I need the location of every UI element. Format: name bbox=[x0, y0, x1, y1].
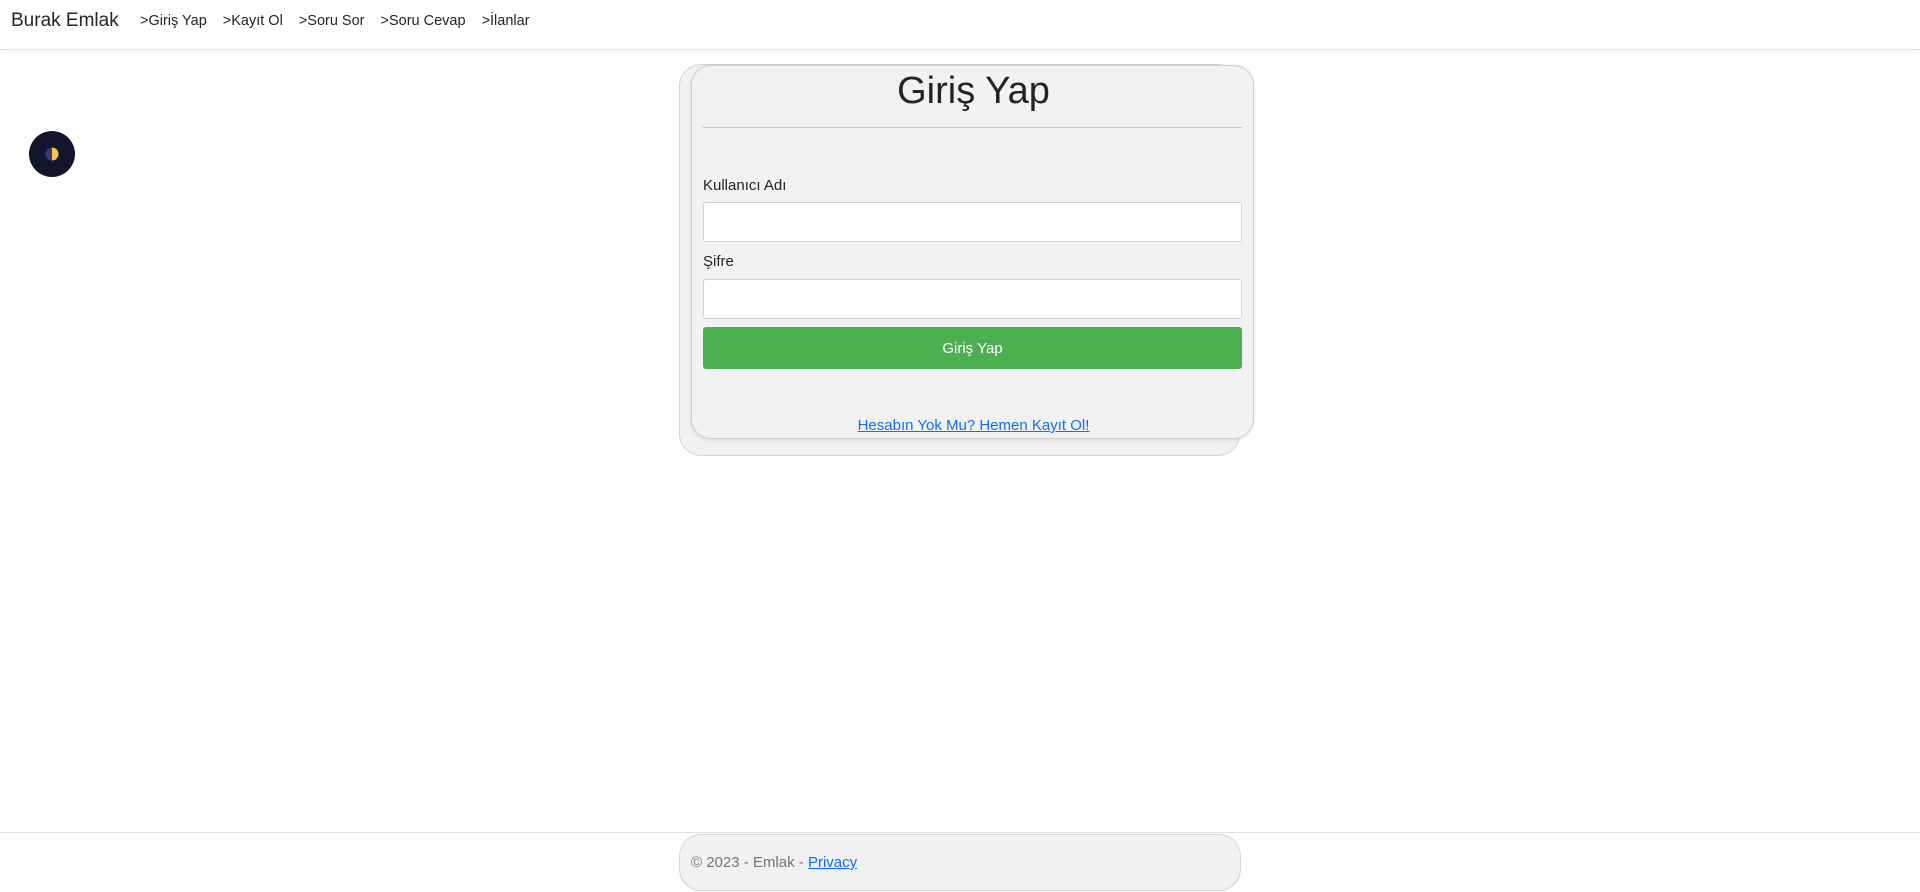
nav-link-kayit-ol[interactable]: >Kayıt Ol bbox=[223, 13, 283, 29]
username-input[interactable] bbox=[703, 202, 1242, 242]
theme-toggle-button[interactable] bbox=[29, 131, 75, 177]
footer-text: © 2023 - Emlak - Privacy bbox=[691, 854, 857, 871]
nav-link-soru-cevap[interactable]: >Soru Cevap bbox=[381, 13, 466, 29]
footer-divider bbox=[0, 832, 1920, 833]
password-input[interactable] bbox=[703, 279, 1242, 319]
footer: © 2023 - Emlak - Privacy bbox=[679, 834, 1241, 891]
privacy-link[interactable]: Privacy bbox=[808, 854, 857, 871]
login-submit-button[interactable]: Giriş Yap bbox=[703, 327, 1242, 369]
password-label: Şifre bbox=[703, 253, 734, 270]
nav-links: >Giriş Yap >Kayıt Ol >Soru Sor >Soru Cev… bbox=[140, 13, 530, 29]
title-divider bbox=[703, 127, 1242, 128]
nav-link-giris-yap[interactable]: >Giriş Yap bbox=[140, 13, 207, 29]
login-card: Giriş Yap Kullanıcı Adı Şifre Giriş Yap … bbox=[691, 65, 1254, 439]
username-label: Kullanıcı Adı bbox=[703, 177, 787, 194]
navbar: Burak Emlak >Giriş Yap >Kayıt Ol >Soru S… bbox=[0, 0, 1920, 50]
footer-copyright: © 2023 - Emlak - bbox=[691, 854, 808, 871]
nav-link-ilanlar[interactable]: >İlanlar bbox=[482, 13, 530, 29]
nav-link-soru-sor[interactable]: >Soru Sor bbox=[299, 13, 365, 29]
brand-link[interactable]: Burak Emlak bbox=[11, 10, 119, 32]
half-moon-icon bbox=[45, 147, 59, 161]
login-title: Giriş Yap bbox=[897, 70, 1050, 112]
register-link[interactable]: Hesabın Yok Mu? Hemen Kayıt Ol! bbox=[692, 417, 1255, 434]
